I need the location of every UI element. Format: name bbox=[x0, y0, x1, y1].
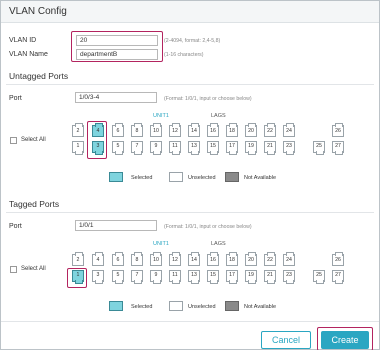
untagged-port-label-19: 19 bbox=[248, 143, 254, 149]
untagged-port-label-11: 11 bbox=[172, 143, 178, 149]
untagged-port-label-13: 13 bbox=[191, 143, 197, 149]
untagged-port-label-23: 23 bbox=[286, 143, 292, 149]
tagged-port-input[interactable]: 1/0/1 bbox=[75, 220, 157, 231]
untagged-port-label-26: 26 bbox=[335, 128, 341, 134]
untagged-port-label-25: 25 bbox=[316, 143, 322, 149]
untagged-port-label-22: 22 bbox=[267, 128, 273, 134]
tagged-port-label-10: 10 bbox=[153, 257, 159, 263]
untagged-legend-selected-swatch bbox=[109, 172, 123, 182]
untagged-port-label-17: 17 bbox=[229, 143, 235, 149]
untagged-select-all-label: Select All bbox=[21, 137, 46, 143]
untagged-legend-unselected-text: Unselected bbox=[188, 175, 216, 181]
tagged-port-label-25: 25 bbox=[316, 272, 322, 278]
vlan-id-label: VLAN ID bbox=[9, 37, 37, 44]
tagged-legend-not-available-swatch bbox=[225, 301, 239, 311]
tagged-port-label-22: 22 bbox=[267, 257, 273, 263]
tagged-port-label-14: 14 bbox=[191, 257, 197, 263]
untagged-port-label-9: 9 bbox=[154, 143, 158, 149]
tagged-select-all-label: Select All bbox=[21, 266, 46, 272]
footer-divider bbox=[1, 321, 379, 322]
vlan-id-hint: (2-4094, format: 2,4-5,8) bbox=[164, 38, 221, 44]
untagged-legend-unselected-swatch bbox=[169, 172, 183, 182]
untagged-port-label-18: 18 bbox=[229, 128, 235, 134]
tagged-port-label-6: 6 bbox=[116, 257, 120, 263]
untagged-port-label-12: 12 bbox=[172, 128, 178, 134]
untagged-lags-label: LAGS bbox=[211, 113, 226, 119]
tagged-port-label-24: 24 bbox=[286, 257, 292, 263]
tagged-port-label-20: 20 bbox=[248, 257, 254, 263]
untagged-port-label-15: 15 bbox=[210, 143, 216, 149]
tagged-port-label-8: 8 bbox=[135, 257, 139, 263]
tagged-port-label-9: 9 bbox=[154, 272, 158, 278]
tagged-port-label-27: 27 bbox=[335, 272, 341, 278]
untagged-port-label-1: 1 bbox=[76, 143, 80, 149]
untagged-legend-not-available-text: Not Available bbox=[244, 175, 277, 181]
tagged-port-label-19: 19 bbox=[248, 272, 254, 278]
tagged-port-label-18: 18 bbox=[229, 257, 235, 263]
tagged-port-label-2: 2 bbox=[76, 257, 80, 263]
tagged-ports-title: Tagged Ports bbox=[9, 199, 60, 209]
tagged-port-label-16: 16 bbox=[210, 257, 216, 263]
untagged-port-label-27: 27 bbox=[335, 143, 341, 149]
untagged-port-label-16: 16 bbox=[210, 128, 216, 134]
untagged-port-label-8: 8 bbox=[135, 128, 139, 134]
untagged-port-label-21: 21 bbox=[267, 143, 273, 149]
tagged-port-label-21: 21 bbox=[267, 272, 273, 278]
tagged-legend-unselected-swatch bbox=[169, 301, 183, 311]
tagged-port-label-17: 17 bbox=[229, 272, 235, 278]
untagged-port-hint: (Format: 1/0/1, input or choose below) bbox=[164, 96, 252, 102]
tagged-legend-selected-text: Selected bbox=[131, 304, 153, 310]
untagged-ports-highlight bbox=[87, 121, 107, 159]
tagged-legend-unselected-text: Unselected bbox=[188, 304, 216, 310]
tagged-legend-selected-swatch bbox=[109, 301, 123, 311]
tagged-divider bbox=[6, 212, 374, 213]
untagged-port-label-5: 5 bbox=[116, 143, 120, 149]
tagged-lags-label: LAGS bbox=[211, 241, 226, 247]
untagged-port-label-6: 6 bbox=[116, 128, 120, 134]
untagged-port-label: Port bbox=[9, 95, 22, 102]
untagged-port-label-24: 24 bbox=[286, 128, 292, 134]
untagged-unit1-label: UNIT1 bbox=[153, 113, 169, 119]
untagged-port-label-7: 7 bbox=[135, 143, 139, 149]
tagged-unit1-label: UNIT1 bbox=[153, 241, 169, 247]
dialog-title: VLAN Config bbox=[9, 6, 67, 17]
untagged-legend-selected-text: Selected bbox=[131, 175, 153, 181]
untagged-select-all-checkbox[interactable] bbox=[10, 137, 17, 144]
vlan-name-hint: (1-16 characters) bbox=[164, 52, 204, 58]
tagged-port-hint: (Format: 1/0/1, input or choose below) bbox=[164, 224, 252, 230]
tagged-port-label-3: 3 bbox=[96, 272, 100, 278]
untagged-divider bbox=[6, 84, 374, 85]
vlan-config-dialog: VLAN Config VLAN ID 20 (2-4094, format: … bbox=[0, 0, 380, 350]
title-bar: VLAN Config bbox=[1, 1, 379, 23]
untagged-port-label-20: 20 bbox=[248, 128, 254, 134]
create-button-highlight bbox=[317, 327, 373, 350]
tagged-port-label-15: 15 bbox=[210, 272, 216, 278]
tagged-port-label: Port bbox=[9, 223, 22, 230]
tagged-port-label-26: 26 bbox=[335, 257, 341, 263]
untagged-legend-not-available-swatch bbox=[225, 172, 239, 182]
untagged-port-label-14: 14 bbox=[191, 128, 197, 134]
tagged-legend-not-available-text: Not Available bbox=[244, 304, 277, 310]
tagged-port-label-13: 13 bbox=[191, 272, 197, 278]
tagged-port-label-12: 12 bbox=[172, 257, 178, 263]
cancel-button[interactable]: Cancel bbox=[261, 331, 311, 349]
tagged-select-all-checkbox[interactable] bbox=[10, 266, 17, 273]
untagged-port-label-10: 10 bbox=[153, 128, 159, 134]
vlan-name-label: VLAN Name bbox=[9, 51, 48, 58]
untagged-port-label-2: 2 bbox=[76, 128, 80, 134]
tagged-port-label-4: 4 bbox=[96, 257, 100, 263]
untagged-port-input[interactable]: 1/0/3-4 bbox=[75, 92, 157, 103]
untagged-ports-title: Untagged Ports bbox=[9, 71, 69, 81]
vlan-fields-highlight bbox=[71, 31, 163, 62]
tagged-port-label-5: 5 bbox=[116, 272, 120, 278]
tagged-port-label-7: 7 bbox=[135, 272, 139, 278]
tagged-port-label-11: 11 bbox=[172, 272, 178, 278]
tagged-port-highlight bbox=[67, 268, 87, 288]
tagged-port-label-23: 23 bbox=[286, 272, 292, 278]
